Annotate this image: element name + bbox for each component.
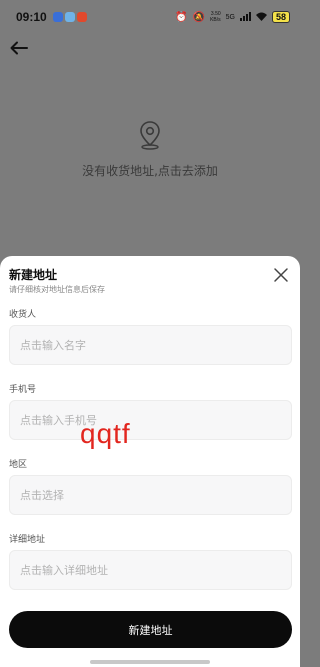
alarm-icon: ⏰ [175, 11, 188, 23]
network-speed: 3.50 KB/s [210, 11, 221, 23]
empty-address-state[interactable]: 没有收货地址,点击去添加 [0, 120, 300, 179]
signal-icon [239, 11, 251, 23]
sheet-title: 新建地址 [9, 268, 58, 282]
empty-address-message: 没有收货地址,点击去添加 [82, 164, 218, 178]
sheet-subtitle: 请仔细核对地址信息后保存 [9, 285, 105, 294]
region-select[interactable]: 点击选择 [9, 475, 292, 515]
receiver-label: 收货人 [9, 310, 37, 320]
wifi-icon [255, 12, 267, 23]
battery-indicator: 58 [271, 11, 290, 23]
app-notification-icon [52, 12, 63, 22]
new-address-sheet: 新建地址 请仔细核对地址信息后保存 收货人 手机号 地区 点击选择 详细地址 [0, 256, 300, 667]
status-bar: 09:10 ⏰ 🔕 3.50 KB/s 5G 58 [0, 0, 300, 34]
home-indicator[interactable] [90, 660, 210, 664]
phone-label: 手机号 [9, 385, 37, 395]
region-select-placeholder: 点击选择 [20, 489, 64, 502]
status-right-group: ⏰ 🔕 3.50 KB/s 5G 58 [175, 11, 290, 23]
close-icon [274, 268, 288, 282]
watermark-text: qqtf [80, 418, 131, 449]
status-time: 09:10 [16, 10, 47, 24]
detail-address-label: 详细地址 [9, 535, 46, 545]
app-notification-icon [76, 12, 87, 22]
arrow-left-icon [10, 41, 28, 55]
app-notification-icon [64, 12, 75, 22]
back-button[interactable] [6, 36, 32, 60]
receiver-name-input[interactable] [9, 325, 292, 365]
region-label: 地区 [9, 460, 28, 470]
phone-number-input[interactable] [9, 400, 292, 440]
signal-label: 5G [225, 13, 235, 21]
location-pin-icon [140, 121, 160, 150]
close-button[interactable] [272, 266, 290, 284]
status-notification-icons [52, 12, 87, 22]
mute-icon: 🔕 [192, 11, 206, 23]
detail-address-input[interactable] [9, 550, 292, 590]
create-address-button[interactable]: 新建地址 [9, 611, 292, 648]
